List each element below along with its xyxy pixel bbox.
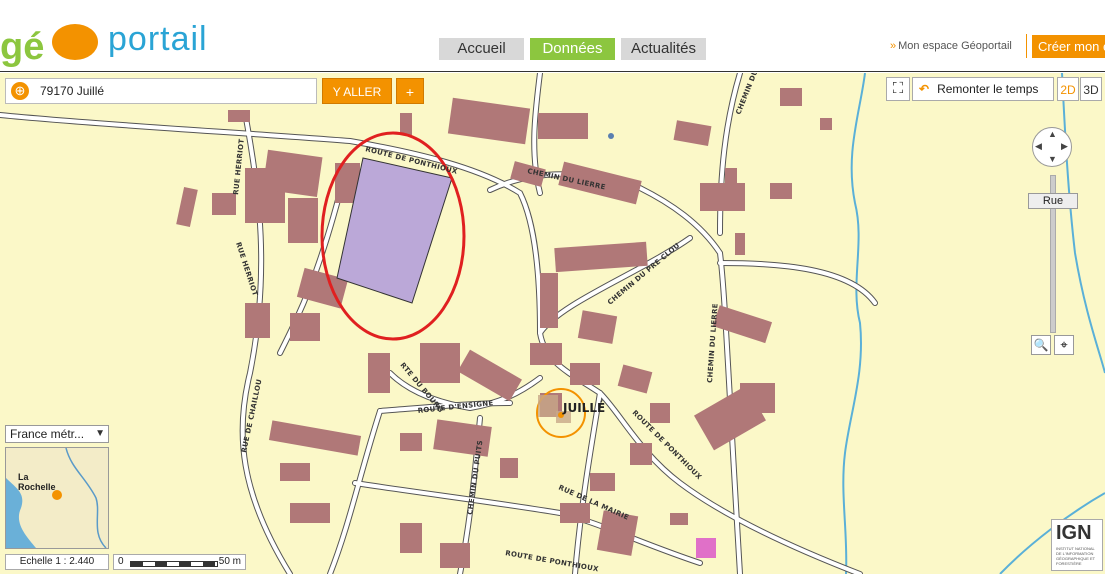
scale-bar: 0 50 m: [113, 554, 246, 570]
remonter-label: Remonter le temps: [937, 82, 1039, 96]
header: gé portail Accueil Données Actualités » M…: [0, 0, 1105, 72]
pan-left-icon[interactable]: ◀: [1035, 141, 1042, 152]
create-account-button[interactable]: Créer mon e: [1032, 35, 1105, 58]
building: [176, 186, 198, 228]
building: [820, 118, 832, 130]
scale-text: Echelle 1 : 2.440: [5, 554, 109, 570]
scale-bar-graphic: [130, 561, 218, 567]
map-view[interactable]: JUILLÉ ROUTE DE PONTHIOUX CHEMIN DU LIER…: [0, 73, 1105, 574]
nav-actualites[interactable]: Actualités: [621, 38, 706, 60]
territory-select-value: France métr...: [10, 427, 85, 441]
building: [770, 183, 792, 199]
overview-canvas: [6, 448, 107, 548]
logo-circle: [52, 24, 98, 60]
pan-right-icon[interactable]: ▶: [1061, 141, 1068, 152]
building: [673, 120, 712, 146]
building: [577, 310, 618, 344]
overview-city-label: La Rochelle: [18, 472, 56, 492]
building: [368, 353, 390, 393]
chevron-icon: »: [890, 40, 897, 52]
building: [400, 113, 412, 135]
building: [650, 403, 670, 423]
building: [400, 433, 422, 451]
building: [570, 363, 600, 385]
building: [228, 110, 250, 122]
street-label: ROUTE DE PONTHIOUX: [505, 549, 600, 573]
espace-label: Mon espace Géoportail: [898, 40, 1012, 52]
building: [530, 343, 562, 365]
zoom-level-label: Rue: [1028, 193, 1078, 209]
pan-up-icon[interactable]: ▲: [1048, 129, 1057, 139]
scale-bar-start: 0: [118, 556, 124, 567]
fullscreen-icon[interactable]: ⛶: [886, 77, 910, 101]
street-label: RUE HERRIOT: [232, 138, 246, 195]
overview-map[interactable]: La Rochelle: [5, 447, 109, 549]
building: [433, 419, 492, 457]
locate-icon[interactable]: ⊕: [11, 82, 29, 100]
building: [540, 273, 558, 328]
building: [735, 233, 745, 255]
map-canvas[interactable]: JUILLÉ ROUTE DE PONTHIOUX CHEMIN DU LIER…: [0, 73, 1105, 574]
undo-arrow-icon: ↶: [919, 82, 930, 96]
zoom-box-icon[interactable]: 🔍: [1031, 335, 1051, 355]
overview-river: [65, 448, 107, 548]
building: [280, 463, 310, 481]
building: [617, 364, 653, 394]
chevron-down-icon: ▼: [95, 428, 105, 439]
nav-donnees[interactable]: Données: [530, 38, 615, 60]
plus-button[interactable]: +: [396, 78, 424, 104]
building: [500, 458, 518, 478]
building: [420, 343, 460, 383]
geoportail-logo[interactable]: gé portail: [0, 8, 230, 68]
territory-select[interactable]: France métr... ▼: [5, 425, 109, 443]
building: [290, 313, 320, 341]
place-label: JUILLÉ: [562, 400, 605, 415]
ign-subtitle: INSTITUT NATIONAL DE L'INFORMATION GÉOGR…: [1056, 546, 1096, 566]
search-input[interactable]: 79170 Juillé: [40, 84, 104, 98]
pan-control[interactable]: ▲ ▼ ◀ ▶: [1032, 127, 1072, 167]
building: [262, 149, 323, 197]
building: [554, 241, 648, 273]
map-dot: [608, 133, 614, 139]
building: [457, 349, 522, 402]
building: [290, 503, 330, 523]
river-2: [1061, 73, 1105, 374]
building: [447, 97, 531, 145]
scale-bar-end: 50 m: [218, 556, 241, 567]
building: [700, 183, 745, 211]
header-separator: [1026, 34, 1027, 58]
ign-logo[interactable]: IGN INSTITUT NATIONAL DE L'INFORMATION G…: [1051, 519, 1103, 571]
pan-down-icon[interactable]: ▼: [1048, 154, 1057, 164]
building: [212, 193, 236, 215]
search-box[interactable]: ⊕ 79170 Juillé: [5, 78, 317, 104]
building: [780, 88, 802, 106]
building: [725, 168, 737, 186]
espace-geoportail-link[interactable]: » Mon espace Géoportail: [890, 40, 1012, 52]
building: [712, 305, 773, 344]
building: [400, 523, 422, 553]
mode-2d-button[interactable]: 2D: [1057, 77, 1079, 101]
center-icon[interactable]: ⌖: [1054, 335, 1074, 355]
mode-3d-button[interactable]: 3D: [1080, 77, 1102, 101]
building: [670, 513, 688, 525]
remonter-le-temps-button[interactable]: ↶ Remonter le temps: [912, 77, 1054, 101]
street-label: RUE HERRIOT: [234, 241, 259, 297]
building: [440, 543, 470, 568]
go-button[interactable]: Y ALLER: [322, 78, 392, 104]
logo-text: portail: [108, 20, 208, 58]
nav-accueil[interactable]: Accueil: [439, 38, 524, 60]
street-label: CHEMIN DU LIERRE: [706, 303, 720, 383]
building: [268, 420, 362, 456]
building: [538, 113, 588, 139]
building: [245, 303, 270, 338]
ign-name: IGN: [1056, 522, 1092, 544]
building: [560, 503, 590, 523]
pink-building: [696, 538, 716, 558]
building: [288, 198, 318, 243]
building: [630, 443, 652, 465]
river-1: [842, 73, 866, 574]
logo-prefix: gé: [0, 26, 45, 68]
building: [740, 383, 775, 413]
building: [590, 473, 615, 491]
